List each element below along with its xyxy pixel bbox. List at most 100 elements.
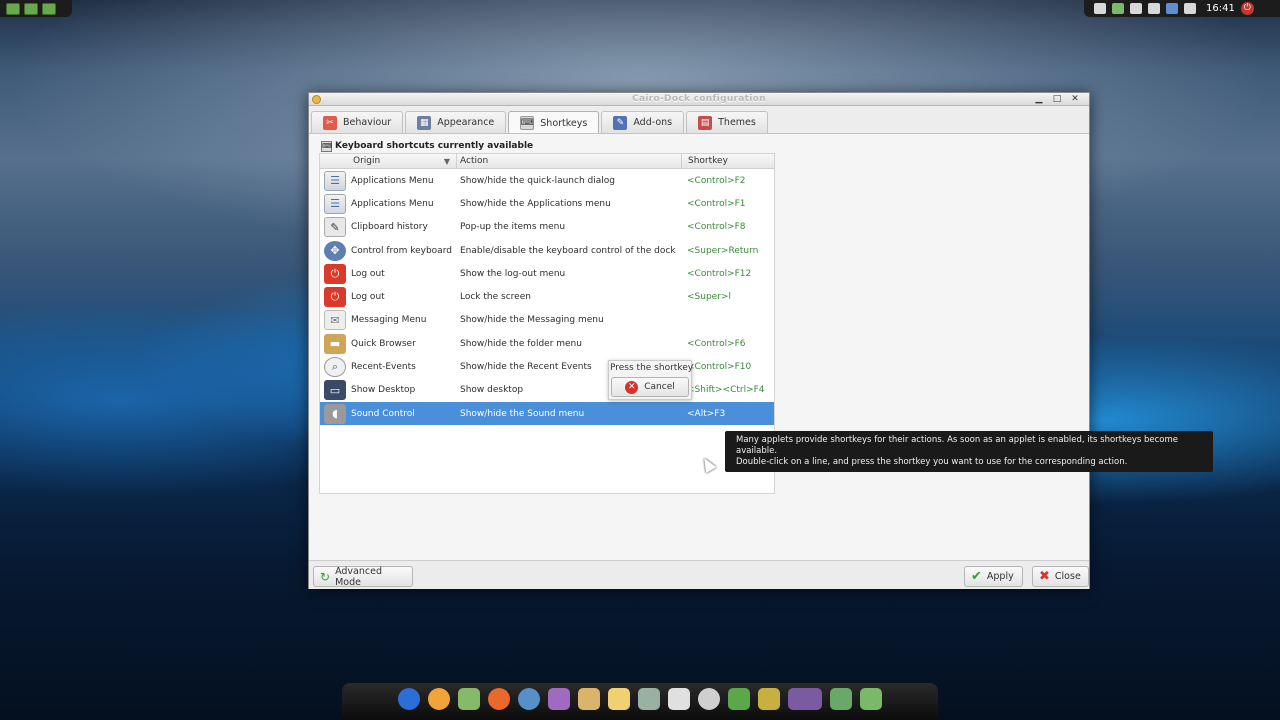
bottom-bar: ↻ Advanced Mode ✔ Apply ✖ Close [309, 560, 1089, 589]
dock [342, 683, 938, 720]
table-row[interactable]: ⏻ Log out Show the log-out menu <Control… [320, 262, 774, 285]
themes-icon: ▤ [698, 115, 713, 130]
sound-icon: ◖ [324, 403, 346, 424]
table-row[interactable]: ✉ Messaging Menu Show/hide the Messaging… [320, 309, 774, 332]
applications-menu-icon: ☰ [324, 193, 346, 214]
text-editor-icon[interactable] [668, 687, 690, 710]
tab-bar: ✂ Behaviour ▦ Appearance ⌨ Shortkeys ✎ A… [311, 111, 770, 134]
tab-themes[interactable]: ▤ Themes [686, 111, 768, 133]
origin-header-label: Origin [353, 156, 381, 166]
maximize-button[interactable]: □ [1049, 93, 1065, 106]
table-row[interactable]: ⏻ Log out Lock the screen <Super>l [320, 285, 774, 308]
table-row[interactable]: ▭ Show Desktop Show desktop <Shift><Ctrl… [320, 379, 774, 402]
action-cell: Show/hide the folder menu [460, 338, 582, 349]
weather-icon[interactable] [428, 687, 450, 710]
close-label: Close [1054, 571, 1081, 582]
clipboard-icon: ✎ [324, 217, 346, 238]
download-icon[interactable] [728, 687, 750, 710]
applications-menu-icon: ☰ [324, 170, 346, 191]
origin-cell: Quick Browser [351, 338, 416, 349]
printer-tray-icon[interactable] [1130, 3, 1142, 14]
tooltip-line-2: Double-click on a line, and press the sh… [736, 457, 1128, 467]
shortkey-cell: <Super>l [687, 292, 731, 303]
table-row[interactable]: ▬ Quick Browser Show/hide the folder men… [320, 332, 774, 355]
tab-shortkeys[interactable]: ⌨ Shortkeys [508, 111, 600, 134]
update-tray-icon[interactable] [1166, 3, 1178, 14]
shortkey-cell: <Super>Return [687, 245, 759, 256]
folder-icon[interactable] [860, 687, 882, 710]
origin-cell: Applications Menu [351, 175, 434, 186]
table-row[interactable]: ☰ Applications Menu Show/hide the Applic… [320, 192, 774, 215]
network-tray-icon[interactable] [1112, 3, 1124, 14]
tab-behaviour[interactable]: ✂ Behaviour [311, 111, 404, 133]
photos-icon[interactable] [788, 687, 822, 710]
window-close-button[interactable]: ✕ [1067, 93, 1083, 106]
action-cell: Enable/disable the keyboard control of t… [460, 245, 676, 256]
action-column-header[interactable]: Action [457, 154, 682, 169]
origin-cell: Show Desktop [351, 385, 416, 396]
apply-label: Apply [986, 571, 1014, 582]
calculator-icon[interactable] [638, 687, 660, 710]
files-icon[interactable] [42, 2, 56, 15]
cancel-icon: ✕ [625, 380, 639, 394]
config-window: Cairo-Dock configuration ▁ □ ✕ ✂ Behavio… [308, 92, 1090, 589]
firefox-icon[interactable] [488, 687, 510, 710]
action-cell: Show/hide the Messaging menu [460, 315, 604, 326]
press-shortkey-popup: Press the shortkey ✕ Cancel [608, 360, 693, 400]
menu-icon[interactable] [6, 2, 20, 15]
image-viewer-icon[interactable] [758, 687, 780, 710]
section-title-text: Keyboard shortcuts currently available [335, 141, 534, 151]
table-row[interactable]: ⌕ Recent-Events Show/hide the Recent Eve… [320, 355, 774, 378]
minimize-button[interactable]: ▁ [1031, 93, 1047, 106]
power-icon: ⏻ [324, 263, 346, 284]
chat-icon[interactable] [548, 687, 570, 710]
shortkey-cell: <Control>F1 [687, 198, 746, 209]
tab-label: Add-ons [633, 117, 673, 128]
origin-cell: Log out [351, 292, 385, 303]
keyboard-icon: ⌨ [321, 140, 333, 152]
clock[interactable]: 16:41 [1206, 3, 1235, 14]
window-title: Cairo-Dock configuration [632, 94, 766, 104]
shortkey-cell: <Control>F6 [687, 338, 746, 349]
shortkey-cell: <Control>F8 [687, 222, 746, 233]
origin-cell: Sound Control [351, 408, 415, 419]
close-button[interactable]: ✖ Close [1032, 566, 1089, 587]
apply-button[interactable]: ✔ Apply [964, 566, 1023, 587]
cancel-button[interactable]: ✕ Cancel [611, 377, 689, 397]
table-row[interactable]: ☰ Applications Menu Show/hide the quick-… [320, 169, 774, 192]
shortkey-cell: <Alt>F3 [687, 408, 726, 419]
tab-appearance[interactable]: ▦ Appearance [405, 111, 507, 133]
tab-label: Themes [718, 117, 756, 128]
package-icon[interactable] [578, 687, 600, 710]
table-row-selected[interactable]: ◖ Sound Control Show/hide the Sound menu… [320, 401, 774, 426]
clipboard-tray-icon[interactable] [1148, 3, 1160, 14]
table-row[interactable]: ✎ Clipboard history Pop-up the items men… [320, 216, 774, 239]
spreadsheet-icon[interactable] [830, 687, 852, 710]
action-cell: Show/hide the Sound menu [460, 408, 585, 419]
origin-cell: Applications Menu [351, 198, 434, 209]
power-icon[interactable]: ⏻ [1240, 2, 1254, 15]
accessibility-icon[interactable] [398, 687, 420, 710]
titlebar[interactable]: Cairo-Dock configuration ▁ □ ✕ [309, 93, 1089, 106]
mail-icon: ✉ [324, 310, 346, 331]
origin-column-header[interactable]: Origin ▼ [320, 154, 457, 169]
tab-addons[interactable]: ✎ Add-ons [601, 111, 685, 133]
action-cell: Lock the screen [460, 292, 531, 303]
web-browser-icon[interactable] [518, 687, 540, 710]
desktop-icon: ▭ [324, 380, 346, 401]
origin-cell: Recent-Events [351, 362, 416, 373]
shortkeys-panel: ⌨ Keyboard shortcuts currently available… [309, 133, 1089, 560]
top-right-panel: 16:41 ⏻ [1084, 0, 1280, 17]
action-cell: Show the log-out menu [460, 268, 566, 279]
shortkeys-table: Origin ▼ Action Shortkey ☰ Applications … [319, 153, 775, 494]
volume-tray-icon[interactable] [1184, 3, 1196, 14]
table-row[interactable]: ✥ Control from keyboard Enable/disable t… [320, 239, 774, 262]
home-folder-icon[interactable] [24, 2, 38, 15]
advanced-mode-button[interactable]: ↻ Advanced Mode [313, 566, 413, 588]
shortkey-column-header[interactable]: Shortkey [682, 154, 774, 169]
mail-tray-icon[interactable] [1094, 3, 1106, 14]
notes-icon[interactable] [458, 687, 480, 710]
search-icon[interactable] [698, 687, 720, 710]
document-icon[interactable] [608, 687, 630, 710]
shortkey-cell: <Shift><Ctrl>F4 [687, 385, 765, 396]
